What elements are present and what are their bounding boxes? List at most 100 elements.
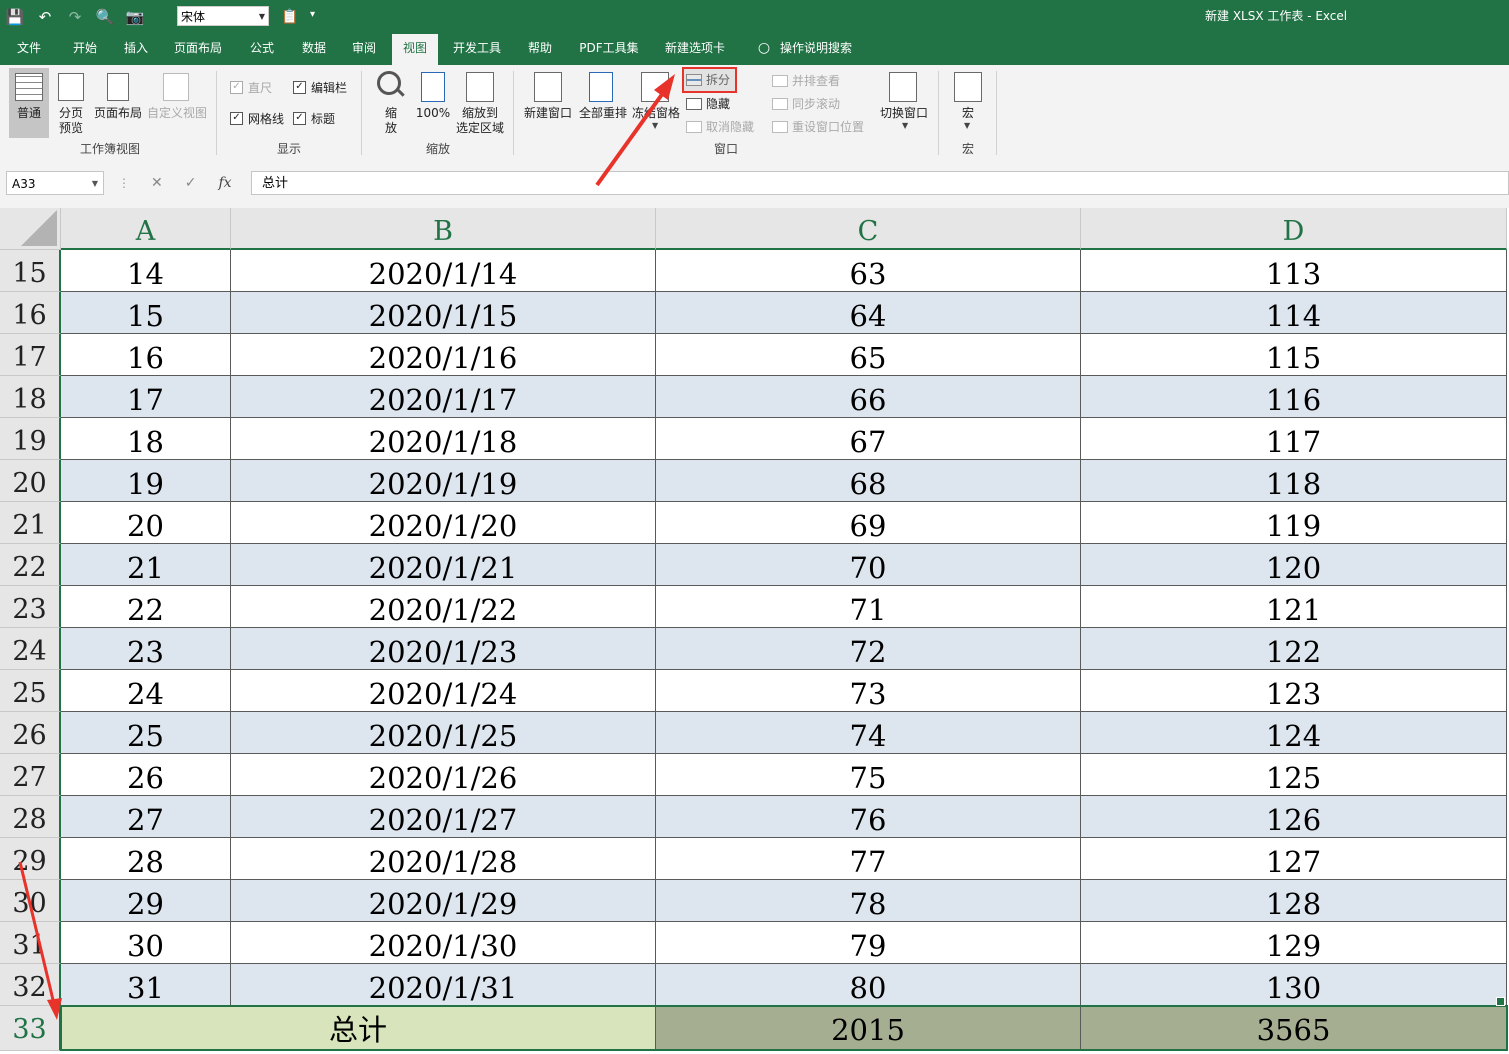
cell-c[interactable]: 68 — [656, 460, 1081, 502]
tab-insert[interactable]: 插入 — [114, 34, 158, 65]
row-header[interactable]: 24 — [0, 628, 61, 670]
cell-a[interactable]: 14 — [61, 250, 231, 292]
formula-bar-checkbox[interactable]: ✓ 编辑栏 — [293, 79, 347, 96]
cell-c[interactable]: 76 — [656, 796, 1081, 838]
row-header[interactable]: 16 — [0, 292, 61, 334]
cell-b[interactable]: 2020/1/29 — [231, 880, 656, 922]
column-header-c[interactable]: C — [656, 208, 1081, 250]
cell-c[interactable]: 79 — [656, 922, 1081, 964]
cell-a[interactable]: 21 — [61, 544, 231, 586]
cell-b[interactable]: 2020/1/15 — [231, 292, 656, 334]
cell-c[interactable]: 77 — [656, 838, 1081, 880]
cell-c[interactable]: 78 — [656, 880, 1081, 922]
macros-dropdown-icon[interactable]: ▼ — [964, 121, 970, 130]
column-header-b[interactable]: B — [231, 208, 656, 250]
font-name-combo[interactable]: 宋体 ▼ — [177, 6, 269, 26]
row-header[interactable]: 23 — [0, 586, 61, 628]
cell-b[interactable]: 2020/1/26 — [231, 754, 656, 796]
cell-b[interactable]: 2020/1/14 — [231, 250, 656, 292]
cell-a[interactable]: 22 — [61, 586, 231, 628]
cell-c[interactable]: 75 — [656, 754, 1081, 796]
freeze-panes-button[interactable]: 冻结窗格 — [630, 106, 682, 121]
fill-handle[interactable] — [1496, 997, 1505, 1006]
formula-input[interactable]: 总计 — [251, 171, 1509, 195]
cell-d[interactable]: 126 — [1081, 796, 1507, 838]
total-label-cell[interactable]: 总计 — [61, 1006, 656, 1051]
cell-b[interactable]: 2020/1/25 — [231, 712, 656, 754]
cell-c[interactable]: 67 — [656, 418, 1081, 460]
cell-d[interactable]: 129 — [1081, 922, 1507, 964]
cell-c[interactable]: 74 — [656, 712, 1081, 754]
cell-a[interactable]: 24 — [61, 670, 231, 712]
column-header-d[interactable]: D — [1081, 208, 1507, 250]
switch-windows-button[interactable]: 切换窗口 — [876, 106, 932, 121]
tab-help[interactable]: 帮助 — [518, 34, 562, 65]
cell-b[interactable]: 2020/1/17 — [231, 376, 656, 418]
cell-d[interactable]: 114 — [1081, 292, 1507, 334]
select-all-button[interactable] — [0, 208, 61, 250]
tab-view[interactable]: 视图 — [392, 34, 438, 65]
row-header[interactable]: 31 — [0, 922, 61, 964]
cell-a[interactable]: 31 — [61, 964, 231, 1006]
column-header-a[interactable]: A — [61, 208, 231, 250]
cell-d[interactable]: 125 — [1081, 754, 1507, 796]
cell-d[interactable]: 113 — [1081, 250, 1507, 292]
zoom-label-2[interactable]: 放 — [378, 121, 404, 136]
page-break-label-1[interactable]: 分页 — [50, 106, 92, 121]
tab-developer[interactable]: 开发工具 — [446, 34, 508, 65]
new-window-button[interactable]: 新建窗口 — [520, 106, 576, 121]
cell-c[interactable]: 66 — [656, 376, 1081, 418]
cell-a[interactable]: 25 — [61, 712, 231, 754]
row-header[interactable]: 30 — [0, 880, 61, 922]
cell-b[interactable]: 2020/1/27 — [231, 796, 656, 838]
cell-a[interactable]: 18 — [61, 418, 231, 460]
total-cell-c[interactable]: 2015 — [656, 1006, 1081, 1051]
tab-file[interactable]: 文件 — [8, 34, 50, 65]
unhide-button[interactable]: 取消隐藏 — [686, 118, 754, 135]
cell-d[interactable]: 122 — [1081, 628, 1507, 670]
custom-views-button[interactable]: 自定义视图 — [146, 106, 208, 121]
row-header[interactable]: 22 — [0, 544, 61, 586]
row-header[interactable]: 20 — [0, 460, 61, 502]
tab-formulas[interactable]: 公式 — [240, 34, 284, 65]
cell-d[interactable]: 121 — [1081, 586, 1507, 628]
cell-d[interactable]: 130 — [1081, 964, 1507, 1006]
cell-d[interactable]: 116 — [1081, 376, 1507, 418]
save-icon[interactable]: 💾 — [0, 0, 30, 34]
cell-b[interactable]: 2020/1/22 — [231, 586, 656, 628]
row-header[interactable]: 26 — [0, 712, 61, 754]
tab-data[interactable]: 数据 — [292, 34, 336, 65]
cell-b[interactable]: 2020/1/18 — [231, 418, 656, 460]
cell-a[interactable]: 16 — [61, 334, 231, 376]
page-break-label-2[interactable]: 预览 — [50, 121, 92, 136]
view-side-by-side-button[interactable]: 并排查看 — [772, 72, 840, 89]
row-header[interactable]: 28 — [0, 796, 61, 838]
zoom-to-selection-label-1[interactable]: 缩放到 — [454, 106, 506, 121]
insert-function-icon[interactable]: fx — [218, 175, 231, 191]
tab-new-tab[interactable]: 新建选项卡 — [656, 34, 734, 65]
arrange-all-button[interactable]: 全部重排 — [575, 106, 631, 121]
cell-c[interactable]: 70 — [656, 544, 1081, 586]
cell-d[interactable]: 117 — [1081, 418, 1507, 460]
cell-c[interactable]: 73 — [656, 670, 1081, 712]
row-header[interactable]: 25 — [0, 670, 61, 712]
freeze-dropdown-icon[interactable]: ▼ — [652, 121, 658, 130]
cell-b[interactable]: 2020/1/31 — [231, 964, 656, 1006]
gridlines-checkbox[interactable]: ✓ 网格线 — [230, 110, 284, 127]
headings-checkbox[interactable]: ✓ 标题 — [293, 110, 335, 127]
hide-button[interactable]: 隐藏 — [686, 95, 730, 112]
print-preview-icon[interactable]: 🔍 — [90, 0, 120, 34]
cell-d[interactable]: 115 — [1081, 334, 1507, 376]
cell-d[interactable]: 119 — [1081, 502, 1507, 544]
row-header[interactable]: 21 — [0, 502, 61, 544]
cell-b[interactable]: 2020/1/24 — [231, 670, 656, 712]
redo-icon[interactable]: ↷ — [60, 0, 90, 34]
zoom-100-button[interactable]: 100% — [414, 106, 452, 121]
cell-a[interactable]: 23 — [61, 628, 231, 670]
cell-b[interactable]: 2020/1/16 — [231, 334, 656, 376]
tab-home[interactable]: 开始 — [62, 34, 108, 65]
cell-a[interactable]: 20 — [61, 502, 231, 544]
tab-review[interactable]: 审阅 — [342, 34, 386, 65]
paste-icon[interactable]: 📋 — [278, 0, 302, 34]
tab-pdf-tools[interactable]: PDF工具集 — [574, 34, 644, 65]
